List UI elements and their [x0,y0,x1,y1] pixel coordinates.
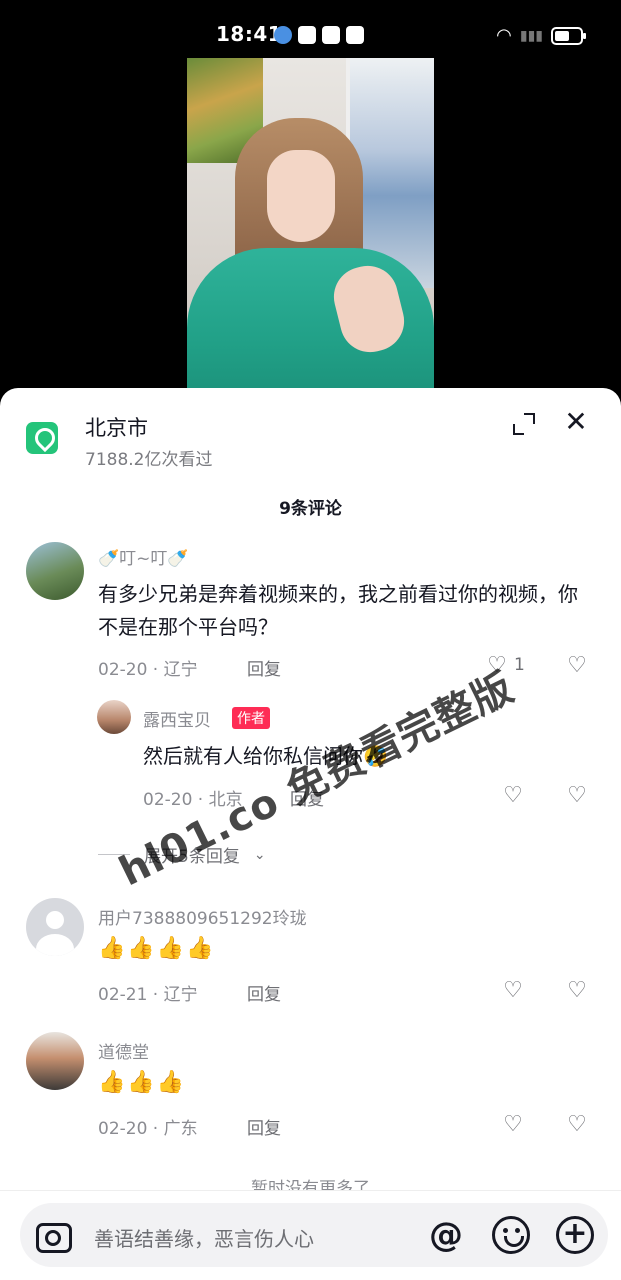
expand-icon[interactable] [512,412,536,436]
signal-icon: ▮▮▮ [519,27,543,44]
comment-nickname[interactable]: 道德堂 [98,1038,149,1063]
input-placeholder[interactable]: 善语结善缘，恶言伤人心 [94,1223,314,1252]
status-notification-icons [274,26,364,44]
browser-icon [274,26,292,44]
comment-text: 👍👍👍 [98,1070,187,1095]
heart-icon[interactable]: ♡ [501,785,525,807]
broken-heart-icon[interactable]: ♡ [565,655,589,677]
status-right: ◠ ▮▮▮ [496,25,586,46]
comment-meta: 02-20 · 广东 [98,1119,198,1139]
reply-button[interactable]: 回复 [247,980,281,1005]
like-count: 1 [514,655,525,675]
battery-icon [551,26,586,45]
avatar[interactable] [26,1032,84,1090]
comment-text: 有多少兄弟是奔着视频来的，我之前看过你的视频，你不是在那个平台吗？ [98,582,578,639]
heart-icon[interactable]: ♡ [501,1114,525,1136]
comment-date: 02-20 [98,660,148,680]
app-icon [298,26,316,44]
broken-heart-icon[interactable]: ♡ [565,1114,589,1136]
reply-button[interactable]: 回复 [247,655,281,680]
comment-date: 02-20 [98,1119,148,1139]
comment-region: 辽宁 [163,985,198,1005]
comment-count: 9条评论 [279,499,342,519]
comment-nickname[interactable]: 露西宝贝 [143,706,211,731]
avatar[interactable] [26,542,84,600]
app-icon [346,26,364,44]
comment-region: 广东 [163,1119,198,1139]
reply-button[interactable]: 回复 [247,1114,281,1139]
broken-heart-icon[interactable]: ♡ [565,980,589,1002]
comment-nickname[interactable]: 用户7388809651292玲珑 [98,904,307,929]
plus-icon[interactable]: + [556,1216,594,1254]
video-frame[interactable] [187,58,434,398]
comment-input-bar: 善语结善缘，恶言伤人心 @ + [0,1190,621,1280]
comment-text: 👍👍👍👍 [98,936,216,961]
at-icon[interactable]: @ [426,1215,466,1255]
status-bar: 18:41 ◠ ▮▮▮ [0,0,621,58]
comment-sheet: 北京市 7188.2亿次看过 ✕ 9条评论 🍼叮~叮🍼 有多少兄弟是奔着视频来的… [0,388,621,1280]
location-views: 7188.2亿次看过 [85,450,213,470]
comment-input[interactable]: 善语结善缘，恶言伤人心 @ + [20,1203,608,1267]
heart-icon[interactable]: ♡ [501,980,525,1002]
comment-nickname[interactable]: 🍼叮~叮🍼 [98,544,189,569]
video-player[interactable] [0,58,621,398]
status-time: 18:41 [216,22,283,46]
comment-region: 辽宁 [163,660,198,680]
broken-heart-icon[interactable]: ♡ [565,785,589,807]
wifi-icon: ◠ [496,25,512,46]
location-pin-icon [26,422,58,454]
comment-date: 02-21 [98,985,148,1005]
avatar[interactable] [26,898,84,956]
close-icon[interactable]: ✕ [562,408,590,436]
hotspot-icon [322,26,340,44]
comment-meta: 02-20 · 辽宁 [98,660,198,680]
chevron-down-icon: ⌄ [253,846,266,863]
avatar[interactable] [97,700,131,734]
camera-icon[interactable] [34,1217,72,1253]
author-badge: 作者 [232,707,270,729]
person-face [267,150,335,242]
emoji-icon[interactable] [492,1216,530,1254]
location-title[interactable]: 北京市 [85,412,148,442]
comment-meta: 02-21 · 辽宁 [98,985,198,1005]
